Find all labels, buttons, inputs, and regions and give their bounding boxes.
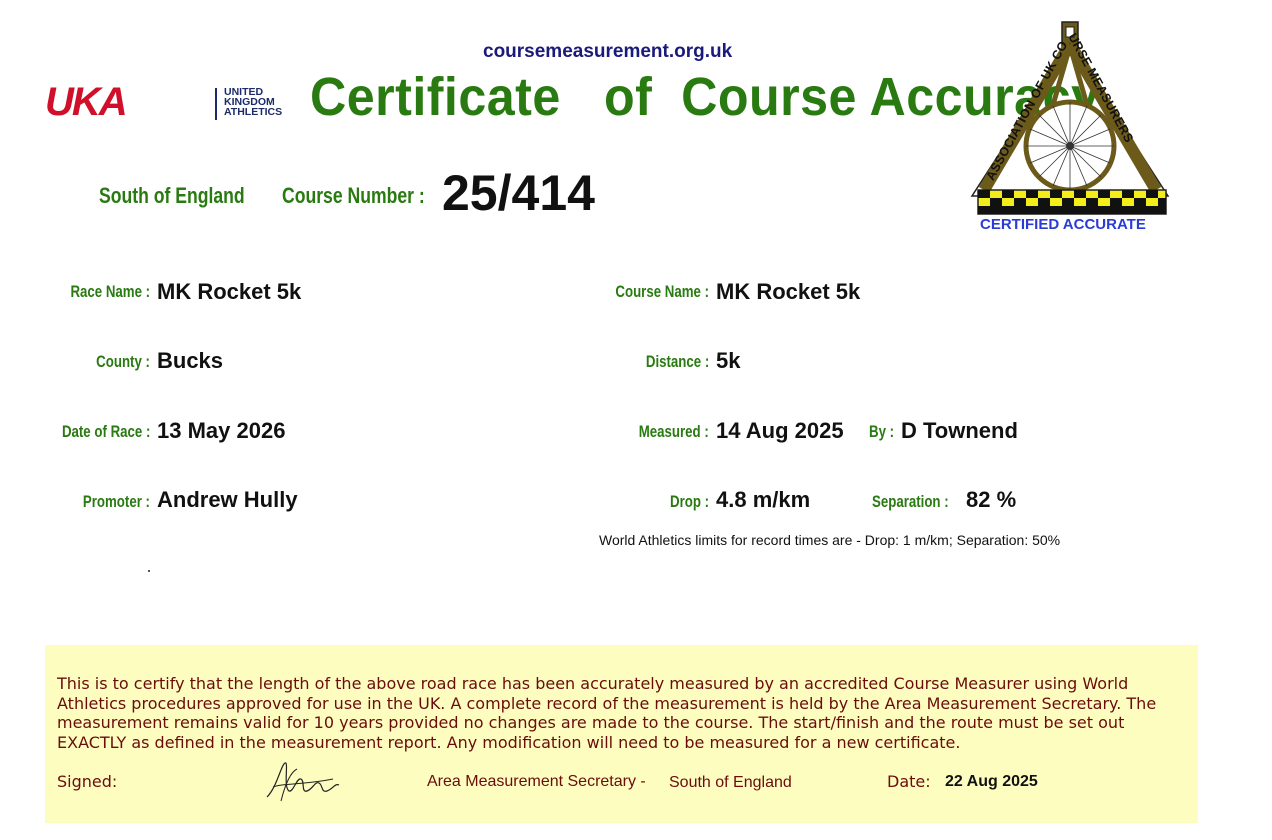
date-of-race-value: 13 May 2026 — [157, 418, 286, 443]
separation-label: Separation : — [872, 492, 949, 511]
measured-label: Measured : — [638, 422, 709, 441]
uka-logo-letters: UKA — [45, 80, 128, 124]
distance-label: Distance : — [645, 352, 709, 371]
race-name-value: MK Rocket 5k — [157, 279, 302, 304]
drop-value: 4.8 m/km — [716, 487, 811, 512]
county-value: Bucks — [157, 348, 224, 373]
acm-logo: ASSOCIATION OF UK COURSE MEASURERS CERTI… — [962, 18, 1182, 236]
area-secretary-region: South of England — [669, 774, 792, 791]
certification-date-label: Date: — [887, 772, 931, 791]
drop-label: Drop : — [669, 492, 709, 511]
promoter-value: Andrew Hully — [157, 487, 298, 512]
course-number: 25/414 — [442, 165, 595, 221]
distance-value: 5k — [716, 348, 741, 373]
course-name-value: MK Rocket 5k — [716, 279, 861, 304]
certification-box: This is to certify that the length of th… — [45, 645, 1198, 823]
signed-label: Signed: — [57, 772, 118, 791]
certification-text: This is to certify that the length of th… — [57, 674, 1157, 752]
by-label: By : — [869, 422, 895, 441]
certification-date-value: 22 Aug 2025 — [945, 773, 1038, 790]
uka-logo-line3: ATHLETICS — [224, 106, 283, 118]
uka-logo-subtitle: UNITED KINGDOM ATHLETICS — [224, 87, 283, 118]
world-athletics-limits-note: World Athletics limits for record times … — [599, 532, 1061, 548]
promoter-label: Promoter : — [82, 492, 150, 511]
area-secretary-label: Area Measurement Secretary - — [427, 773, 646, 790]
uka-logo-divider — [215, 88, 217, 120]
county-label: County : — [96, 352, 150, 371]
area-label: South of England — [99, 183, 245, 208]
separation-value: 82 % — [966, 487, 1017, 512]
measured-by-value: D Townend — [901, 418, 1018, 443]
course-number-label: Course Number : — [282, 183, 425, 208]
certified-accurate-badge: CERTIFIED ACCURATE — [980, 216, 1146, 233]
uka-logo: UKA UNITED KINGDOM ATHLETICS — [45, 80, 282, 124]
measured-value: 14 Aug 2025 — [716, 418, 844, 443]
date-of-race-label: Date of Race : — [61, 422, 150, 441]
course-name-label: Course Name : — [615, 282, 709, 301]
signature-icon — [266, 762, 340, 802]
stray-dot — [148, 570, 150, 572]
acm-emblem-icon: ASSOCIATION OF UK COURSE MEASURERS — [970, 21, 1170, 215]
site-url: coursemeasurement.org.uk — [483, 41, 733, 62]
race-name-label: Race Name : — [70, 282, 150, 301]
